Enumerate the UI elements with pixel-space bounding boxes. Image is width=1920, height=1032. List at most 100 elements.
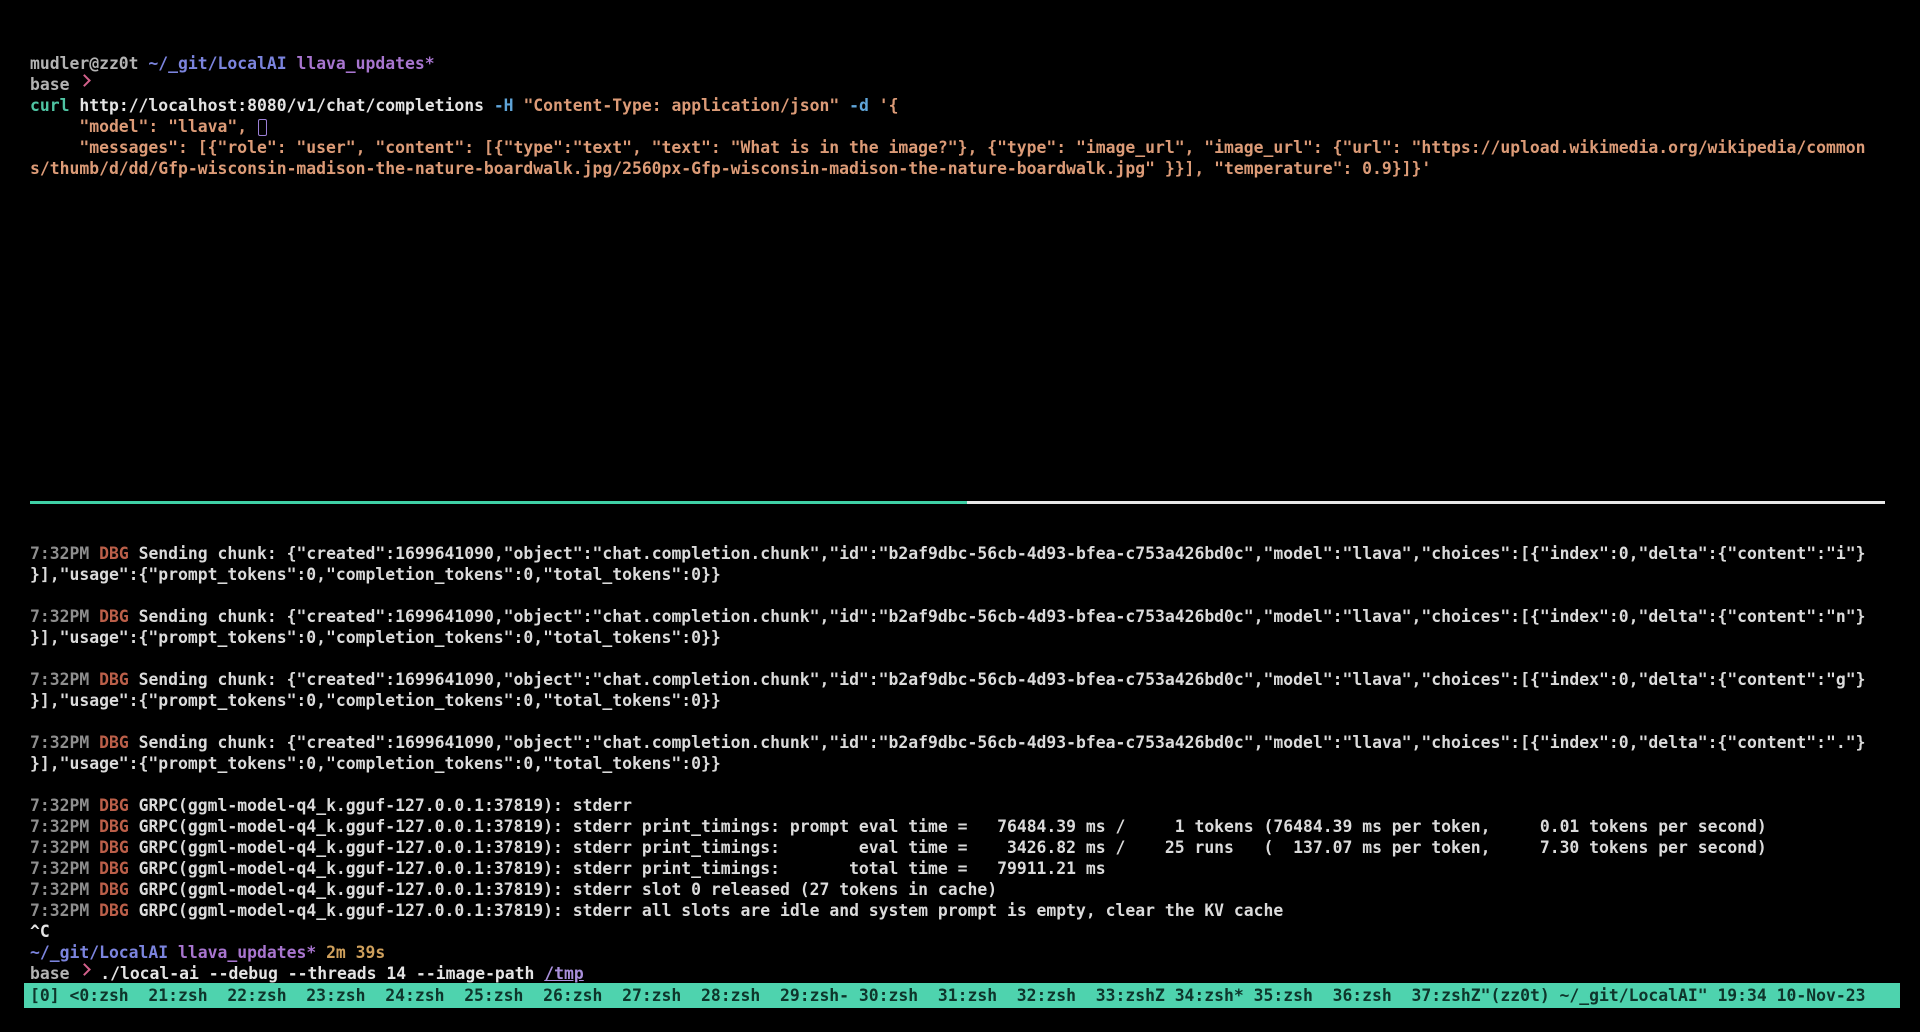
content-type-header: "Content-Type: application/json" bbox=[523, 96, 839, 115]
log-level-badge: DBG bbox=[99, 901, 129, 920]
command-duration: 2m 39s bbox=[326, 943, 385, 962]
git-branch: llava_updates* bbox=[296, 54, 434, 73]
text-segment bbox=[316, 943, 326, 962]
text-segment bbox=[89, 880, 99, 899]
log-timestamp: 7:32PM bbox=[30, 838, 89, 857]
json-messages-field: "messages": [{"role": "user", "content":… bbox=[30, 138, 1865, 157]
local-ai-command-line: base ./local-ai --debug --threads 14 --i… bbox=[30, 963, 1865, 984]
prompt-arrow-icon bbox=[79, 74, 90, 90]
text-segment: GRPC(ggml-model-q4_k.gguf-127.0.0.1:3781… bbox=[129, 838, 1767, 857]
prompt-path-line: ~/_git/LocalAI llava_updates* 2m 39s bbox=[30, 942, 1865, 963]
log-level-badge: DBG bbox=[99, 880, 129, 899]
text-segment: Sending chunk: {"created":1699641090,"ob… bbox=[129, 733, 1866, 752]
text-segment: Sending chunk: {"created":1699641090,"ob… bbox=[129, 607, 1866, 626]
curl-command-line: curl http://localhost:8080/v1/chat/compl… bbox=[30, 95, 1865, 116]
log-timestamp: 7:32PM bbox=[30, 901, 89, 920]
log-timestamp: 7:32PM bbox=[30, 796, 89, 815]
log-grpc-prompt-eval: 7:32PM DBG GRPC(ggml-model-q4_k.gguf-127… bbox=[30, 816, 1865, 837]
tmp-path-link[interactable]: /tmp bbox=[544, 964, 583, 983]
text-segment bbox=[89, 838, 99, 857]
blank-line bbox=[30, 648, 1865, 669]
log-level-badge: DBG bbox=[99, 733, 129, 752]
prompt-input-line: base bbox=[30, 74, 1865, 95]
text-segment bbox=[89, 796, 99, 815]
log-chunk-2: 7:32PM DBG Sending chunk: {"created":169… bbox=[30, 606, 1865, 627]
text-segment: GRPC(ggml-model-q4_k.gguf-127.0.0.1:3781… bbox=[129, 859, 1106, 878]
terminal-pane-top[interactable]: mudler@zz0t ~/_git/LocalAI llava_updates… bbox=[30, 53, 1865, 179]
local-ai-command: ./local-ai --debug --threads 14 --image-… bbox=[90, 964, 544, 983]
log-timestamp: 7:32PM bbox=[30, 733, 89, 752]
log-level-badge: DBG bbox=[99, 838, 129, 857]
text-segment bbox=[89, 901, 99, 920]
text-segment: '{ bbox=[879, 96, 899, 115]
log-chunk-1: 7:32PM DBG Sending chunk: {"created":169… bbox=[30, 543, 1865, 564]
text-segment: GRPC(ggml-model-q4_k.gguf-127.0.0.1:3781… bbox=[129, 796, 632, 815]
log-timestamp: 7:32PM bbox=[30, 880, 89, 899]
text-segment bbox=[89, 859, 99, 878]
text-segment bbox=[89, 817, 99, 836]
log-timestamp: 7:32PM bbox=[30, 817, 89, 836]
log-chunk-4-wrap: }],"usage":{"prompt_tokens":0,"completio… bbox=[30, 753, 1865, 774]
text-segment: GRPC(ggml-model-q4_k.gguf-127.0.0.1:3781… bbox=[129, 817, 1767, 836]
log-grpc-eval: 7:32PM DBG GRPC(ggml-model-q4_k.gguf-127… bbox=[30, 837, 1865, 858]
log-level-badge: DBG bbox=[99, 670, 129, 689]
text-segment bbox=[514, 96, 524, 115]
json-messages-continuation: s/thumb/d/dd/Gfp-wisconsin-madison-the-n… bbox=[30, 159, 1431, 178]
log-timestamp: 7:32PM bbox=[30, 670, 89, 689]
log-chunk-2-wrap: }],"usage":{"prompt_tokens":0,"completio… bbox=[30, 627, 1865, 648]
json-model-field: "model": "llava", bbox=[30, 117, 257, 136]
text-segment bbox=[89, 733, 99, 752]
log-chunk-3-wrap: }],"usage":{"prompt_tokens":0,"completio… bbox=[30, 690, 1865, 711]
text-segment bbox=[89, 607, 99, 626]
env-name: base bbox=[30, 964, 79, 983]
log-timestamp: 7:32PM bbox=[30, 544, 89, 563]
log-grpc-slots-idle: 7:32PM DBG GRPC(ggml-model-q4_k.gguf-127… bbox=[30, 900, 1865, 921]
data-flag: -d bbox=[849, 96, 869, 115]
text-segment: GRPC(ggml-model-q4_k.gguf-127.0.0.1:3781… bbox=[129, 880, 997, 899]
tmux-status-bar[interactable]: [0] <0:zsh 21:zsh 22:zsh 23:zsh 24:zsh 2… bbox=[24, 983, 1900, 1008]
log-grpc-total: 7:32PM DBG GRPC(ggml-model-q4_k.gguf-127… bbox=[30, 858, 1865, 879]
log-level-badge: DBG bbox=[99, 817, 129, 836]
blank-line bbox=[30, 711, 1865, 732]
text-segment: }],"usage":{"prompt_tokens":0,"completio… bbox=[30, 628, 721, 647]
text-segment bbox=[89, 670, 99, 689]
log-grpc-stderr: 7:32PM DBG GRPC(ggml-model-q4_k.gguf-127… bbox=[30, 795, 1865, 816]
text-segment bbox=[839, 96, 849, 115]
json-messages-wrap-line: s/thumb/d/dd/Gfp-wisconsin-madison-the-n… bbox=[30, 158, 1865, 179]
text-cursor bbox=[258, 119, 267, 136]
log-chunk-4: 7:32PM DBG Sending chunk: {"created":169… bbox=[30, 732, 1865, 753]
log-level-badge: DBG bbox=[99, 607, 129, 626]
log-level-badge: DBG bbox=[99, 796, 129, 815]
pane-divider[interactable] bbox=[30, 501, 1885, 504]
pane-divider-inactive-segment bbox=[967, 501, 1885, 504]
header-flag: -H bbox=[494, 96, 514, 115]
log-timestamp: 7:32PM bbox=[30, 607, 89, 626]
user-host: mudler@zz0t bbox=[30, 54, 148, 73]
env-name: base bbox=[30, 75, 79, 94]
cwd-path: ~/_git/LocalAI bbox=[148, 54, 286, 73]
log-level-badge: DBG bbox=[99, 544, 129, 563]
log-level-badge: DBG bbox=[99, 859, 129, 878]
text-segment bbox=[869, 96, 879, 115]
text-segment: }],"usage":{"prompt_tokens":0,"completio… bbox=[30, 754, 721, 773]
text-segment: GRPC(ggml-model-q4_k.gguf-127.0.0.1:3781… bbox=[129, 901, 1284, 920]
prompt-user-line: mudler@zz0t ~/_git/LocalAI llava_updates… bbox=[30, 53, 1865, 74]
json-model-line: "model": "llava", bbox=[30, 116, 1865, 137]
text-segment: }],"usage":{"prompt_tokens":0,"completio… bbox=[30, 691, 721, 710]
terminal-window[interactable]: mudler@zz0t ~/_git/LocalAI llava_updates… bbox=[0, 0, 1920, 1032]
cwd-path: ~/_git/LocalAI bbox=[30, 943, 168, 962]
terminal-pane-bottom[interactable]: 7:32PM DBG Sending chunk: {"created":169… bbox=[30, 543, 1865, 984]
request-url: http://localhost:8080/v1/chat/completion… bbox=[69, 96, 493, 115]
sigint-indicator: ^C bbox=[30, 922, 50, 941]
text-segment: Sending chunk: {"created":1699641090,"ob… bbox=[129, 544, 1866, 563]
blank-line bbox=[30, 585, 1865, 606]
blank-line bbox=[30, 774, 1865, 795]
log-timestamp: 7:32PM bbox=[30, 859, 89, 878]
text-segment bbox=[287, 54, 297, 73]
prompt-arrow-icon bbox=[79, 963, 90, 979]
tmux-window-list[interactable]: [0] <0:zsh 21:zsh 22:zsh 23:zsh 24:zsh 2… bbox=[30, 985, 1481, 1006]
sigint-line: ^C bbox=[30, 921, 1865, 942]
text-segment: Sending chunk: {"created":1699641090,"ob… bbox=[129, 670, 1866, 689]
text-segment bbox=[89, 544, 99, 563]
command-name: curl bbox=[30, 96, 69, 115]
